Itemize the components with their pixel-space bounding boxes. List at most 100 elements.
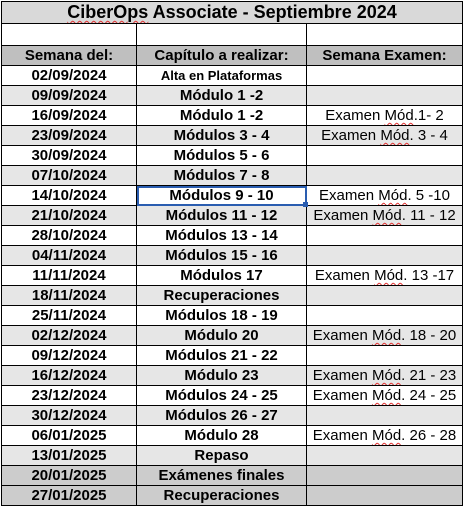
exam-cell[interactable] (305, 405, 463, 426)
chapter-cell[interactable]: Módulos 7 - 8 (136, 165, 307, 186)
chapter-cell[interactable]: Módulos 15 - 16 (136, 245, 307, 266)
table-row: 23/09/2024 Módulos 3 - 4 Examen Mód. 3 - 4 (1, 125, 463, 146)
exam-range: .1- 2 (413, 107, 444, 124)
exam-module-abbrev: Mód (378, 187, 408, 204)
exam-cell[interactable]: Examen Mód. 21 - 23 (305, 365, 463, 386)
week-date-cell[interactable]: 28/10/2024 (1, 225, 137, 246)
exam-cell[interactable] (305, 145, 463, 166)
chapter-cell[interactable]: Módulo 20 (136, 325, 307, 346)
week-date-cell[interactable]: 16/12/2024 (1, 365, 137, 386)
exam-prefix: Examen (321, 127, 381, 144)
chapter-cell[interactable]: Módulo 28 (136, 425, 307, 446)
chapter-cell[interactable]: Alta en Plataformas (136, 65, 307, 86)
exam-cell[interactable] (305, 225, 463, 246)
chapter-cell[interactable]: Módulo 23 (136, 365, 307, 386)
week-date-cell[interactable]: 16/09/2024 (1, 105, 137, 126)
exam-cell[interactable]: Examen Mód. 3 - 4 (305, 125, 463, 146)
chapter-cell[interactable]: Módulos 3 - 4 (136, 125, 307, 146)
chapter-cell[interactable]: Módulos 26 - 27 (136, 405, 307, 426)
chapter-cell[interactable]: Repaso (136, 445, 307, 466)
exam-cell[interactable] (305, 345, 463, 366)
week-date-cell[interactable]: 02/09/2024 (1, 65, 137, 86)
exam-cell[interactable] (305, 245, 463, 266)
exam-cell[interactable]: Examen Mód. 5 -10 (305, 185, 463, 206)
chapter-cell[interactable]: Módulos 5 - 6 (136, 145, 307, 166)
week-date-cell[interactable]: 09/09/2024 (1, 85, 137, 106)
week-date-cell[interactable]: 20/01/2025 (1, 465, 137, 486)
chapter-cell[interactable]: Módulos 21 - 22 (136, 345, 307, 366)
table-row: 06/01/2025 Módulo 28 Examen Mód. 26 - 28 (1, 425, 463, 446)
header-exam[interactable]: Semana Examen: (305, 45, 463, 66)
exam-cell[interactable] (305, 165, 463, 186)
chapter-cell[interactable]: Recuperaciones (136, 285, 307, 306)
exam-module-abbrev: Mód (371, 367, 402, 384)
table-row: 07/10/2024 Módulos 7 - 8 (1, 165, 463, 186)
week-date-cell[interactable]: 14/10/2024 (1, 185, 137, 206)
table-row: 30/12/2024 Módulos 26 - 27 (1, 405, 463, 426)
exam-prefix: Examen (314, 267, 375, 284)
week-date-cell[interactable]: 07/10/2024 (1, 165, 137, 186)
title-squiggle: CiberOps (67, 2, 149, 23)
chapter-cell[interactable]: Módulos 11 - 12 (136, 205, 307, 226)
blank-cell[interactable] (136, 23, 307, 46)
exam-cell[interactable]: Examen Mód. 13 -17 (305, 265, 463, 286)
week-date-cell[interactable]: 25/11/2024 (1, 305, 137, 326)
title-row: CiberOps Associate - Septiembre 2024 (0, 1, 463, 24)
header-week[interactable]: Semana del: (1, 45, 137, 66)
week-date-cell[interactable]: 23/12/2024 (1, 385, 137, 406)
week-date-cell[interactable]: 18/11/2024 (1, 285, 137, 306)
week-date-cell[interactable]: 13/01/2025 (1, 445, 137, 466)
exam-prefix: Examen (312, 387, 372, 404)
exam-cell[interactable] (305, 85, 463, 106)
chapter-cell[interactable]: Módulo 1 -2 (136, 105, 307, 126)
chapter-cell[interactable]: Módulos 9 - 10 (136, 185, 307, 206)
blank-row (1, 23, 463, 46)
fill-handle[interactable] (302, 201, 308, 207)
week-date-cell[interactable]: 06/01/2025 (1, 425, 137, 446)
week-date-cell[interactable]: 21/10/2024 (1, 205, 137, 226)
week-date-cell[interactable]: 02/12/2024 (1, 325, 137, 346)
table-row: 14/10/2024 Módulos 9 - 10 Examen Mód. 5 -1… (1, 185, 463, 206)
table-row: 28/10/2024 Módulos 13 - 14 (1, 225, 463, 246)
table-row: 25/11/2024 Módulos 18 - 19 (1, 305, 463, 326)
chapter-cell[interactable]: Módulos 17 (136, 265, 307, 286)
exam-module-abbrev: Mód (371, 327, 402, 344)
table-row: 09/12/2024 Módulos 21 - 22 (1, 345, 463, 366)
table-row: 16/09/2024 Módulo 1 -2 Examen Mód.1- 2 (1, 105, 463, 126)
table-row: 04/11/2024 Módulos 15 - 16 (1, 245, 463, 266)
exam-cell[interactable]: Examen Mód. 18 - 20 (305, 325, 463, 346)
blank-cell[interactable] (305, 23, 463, 46)
chapter-cell[interactable]: Módulo 1 -2 (136, 85, 307, 106)
exam-cell[interactable] (305, 305, 463, 326)
table-row: 09/09/2024 Módulo 1 -2 (1, 85, 463, 106)
header-chapter[interactable]: Capítulo a realizar: (136, 45, 307, 66)
week-date-cell[interactable]: 23/09/2024 (1, 125, 137, 146)
chapter-cell[interactable]: Módulos 18 - 19 (136, 305, 307, 326)
exam-prefix: Examen (312, 427, 372, 444)
exam-cell[interactable] (305, 65, 463, 86)
table-row: 13/01/2025 Repaso (1, 445, 463, 466)
week-date-cell[interactable]: 09/12/2024 (1, 345, 137, 366)
blank-cell[interactable] (1, 23, 137, 46)
week-date-cell[interactable]: 30/09/2024 (1, 145, 137, 166)
exam-cell[interactable]: Examen Mód.1- 2 (305, 105, 463, 126)
exam-cell[interactable] (305, 285, 463, 306)
week-date-cell[interactable]: 30/12/2024 (1, 405, 137, 426)
week-date-cell[interactable]: 11/11/2024 (1, 265, 137, 286)
chapter-cell[interactable]: Módulos 24 - 25 (136, 385, 307, 406)
week-date-cell[interactable]: 27/01/2025 (1, 485, 137, 506)
exam-cell[interactable]: Examen Mód. 11 - 12 (305, 205, 463, 226)
chapter-cell[interactable]: Recuperaciones (136, 485, 307, 506)
exam-cell[interactable] (305, 485, 463, 506)
title-cell[interactable]: CiberOps Associate - Septiembre 2024 (0, 1, 463, 24)
table-row: 02/09/2024 Alta en Plataformas (1, 65, 463, 86)
week-date-cell[interactable]: 04/11/2024 (1, 245, 137, 266)
chapter-cell[interactable]: Módulos 13 - 14 (136, 225, 307, 246)
exam-cell[interactable]: Examen Mód. 26 - 28 (305, 425, 463, 446)
exam-cell[interactable]: Examen Mód. 24 - 25 (305, 385, 463, 406)
table-row: 27/01/2025 Recuperaciones (1, 485, 463, 506)
exam-range: . 24 - 25 (401, 387, 457, 404)
exam-cell[interactable] (305, 465, 463, 486)
chapter-cell[interactable]: Exámenes finales (136, 465, 307, 486)
exam-cell[interactable] (305, 445, 463, 466)
